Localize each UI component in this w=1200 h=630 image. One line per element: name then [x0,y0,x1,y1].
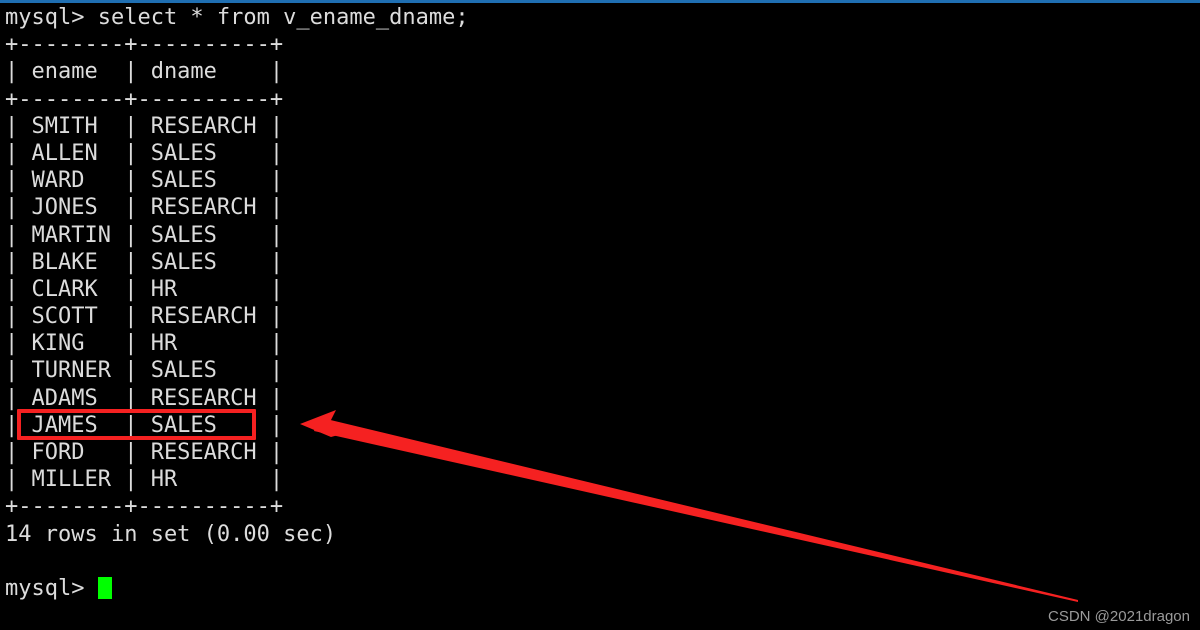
prompt-label: mysql> [5,575,98,601]
terminal-console[interactable]: mysql> select * from v_ename_dname; +---… [5,4,1195,602]
table-row: | SCOTT | RESEARCH | [5,304,284,330]
table-row: | CLARK | HR | [5,276,284,302]
table-separator-header: +--------+----------+ [5,86,284,112]
table-row: | WARD | SALES | [5,168,284,194]
table-row: | ALLEN | SALES | [5,140,284,166]
window-top-edge [0,0,1200,3]
table-row: | SMITH | RESEARCH | [5,113,284,139]
table-row: | TURNER | SALES | [5,358,284,384]
watermark-text: CSDN @2021dragon [1048,608,1190,625]
table-row: | ADAMS | RESEARCH | [5,385,284,411]
table-row: | BLAKE | SALES | [5,249,284,275]
table-row: | JONES | RESEARCH | [5,195,284,221]
table-row: | KING | HR | [5,331,284,357]
table-separator-top: +--------+----------+ [5,32,284,58]
text-cursor [97,576,112,599]
annotation-highlight-rectangle [17,409,256,440]
table-header-row: | ename | dname | [5,59,284,85]
table-separator-bottom: +--------+----------+ [5,494,284,520]
input-prompt-line[interactable]: mysql> [5,575,1195,602]
command-line: mysql> select * from v_ename_dname; [5,5,469,30]
terminal-window: mysql> select * from v_ename_dname; +---… [0,0,1200,630]
result-status: 14 rows in set (0.00 sec) [5,521,337,547]
table-row: | MILLER | HR | [5,467,284,493]
table-row: | MARTIN | SALES | [5,222,284,248]
table-row: | FORD | RESEARCH | [5,440,284,465]
